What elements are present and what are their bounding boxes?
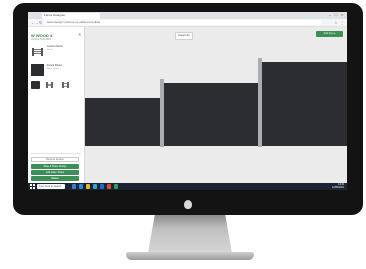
product-title: Louvre Fence: [47, 45, 63, 48]
product-meta: Panel: [47, 49, 53, 51]
more-vert-icon[interactable]: ⋮: [340, 20, 344, 25]
windows-start-icon[interactable]: [30, 184, 35, 189]
panel-info-tooltip: Panel Info: [175, 32, 193, 40]
star-icon[interactable]: ☆: [334, 20, 338, 25]
taskbar-search[interactable]: Type here to search: [37, 184, 65, 189]
product-item-panel[interactable]: Fence Panel Black / Grey: [31, 63, 81, 78]
folder-icon[interactable]: [86, 184, 90, 189]
taskbar: Type here to search 14:32 12/05/2021: [28, 183, 347, 190]
maximize-icon[interactable]: □: [334, 13, 338, 17]
store-icon[interactable]: [93, 184, 97, 189]
address-bar: ← → ↻ www.designmyfence.co.uk/fence-buil…: [28, 19, 347, 27]
monitor-base: [126, 252, 254, 260]
edge-icon[interactable]: [79, 184, 83, 189]
add-item-button[interactable]: Add Item ▸: [316, 31, 343, 37]
chrome-icon[interactable]: [107, 184, 111, 189]
sidebar: W WOOD 4 FENCE BUILDER ✕ Louvre Fence Pa…: [28, 27, 85, 183]
fence-post-icon[interactable]: [45, 81, 54, 89]
fence-panel[interactable]: [164, 83, 258, 146]
remove-section-button[interactable]: Remove Section: [31, 157, 79, 162]
taskview-icon[interactable]: [72, 184, 76, 189]
variant-swatch[interactable]: [31, 81, 40, 89]
product-swatch: [31, 64, 44, 76]
reload-icon[interactable]: ↻: [39, 20, 42, 25]
tab-title: Fence Designer: [44, 13, 66, 17]
taskbar-clock: 14:32 12/05/2021: [332, 183, 344, 189]
app-icon[interactable]: [114, 184, 118, 189]
close-window-icon[interactable]: ×: [340, 13, 344, 17]
clock-date: 12/05/2021: [332, 185, 344, 189]
mail-icon[interactable]: [100, 184, 104, 189]
basket-button[interactable]: Basket: [31, 176, 79, 181]
fence-panel[interactable]: [262, 62, 347, 146]
fence-canvas[interactable]: Panel Info Add Item ▸: [85, 27, 347, 183]
fence-panel[interactable]: [85, 98, 160, 146]
screen: Fence Designer – □ × ← → ↻ www.designmyf…: [28, 12, 347, 190]
monitor-stand: [148, 215, 232, 253]
apple-logo-icon: [184, 200, 192, 209]
louvre-fence-icon: [32, 48, 43, 56]
close-icon[interactable]: ✕: [78, 32, 81, 37]
variant-row: [31, 81, 81, 91]
minimize-icon[interactable]: –: [328, 13, 332, 17]
fence-gate-icon[interactable]: [61, 81, 70, 89]
url-field[interactable]: www.designmyfence.co.uk/fence-builder: [44, 20, 321, 25]
save-share-button[interactable]: Save & Share Design: [31, 164, 79, 169]
divider: [31, 153, 81, 154]
brand-subtitle: FENCE BUILDER: [31, 38, 52, 41]
add-gate-button[interactable]: Add Gate / Panel: [31, 170, 79, 175]
product-meta: Black / Grey: [47, 68, 59, 70]
monitor: Fence Designer – □ × ← → ↻ www.designmyf…: [13, 3, 363, 215]
browser-tab-bar: Fence Designer – □ ×: [28, 12, 347, 19]
product-title: Fence Panel: [47, 64, 62, 67]
product-item-louvre[interactable]: Louvre Fence Panel: [31, 44, 81, 59]
